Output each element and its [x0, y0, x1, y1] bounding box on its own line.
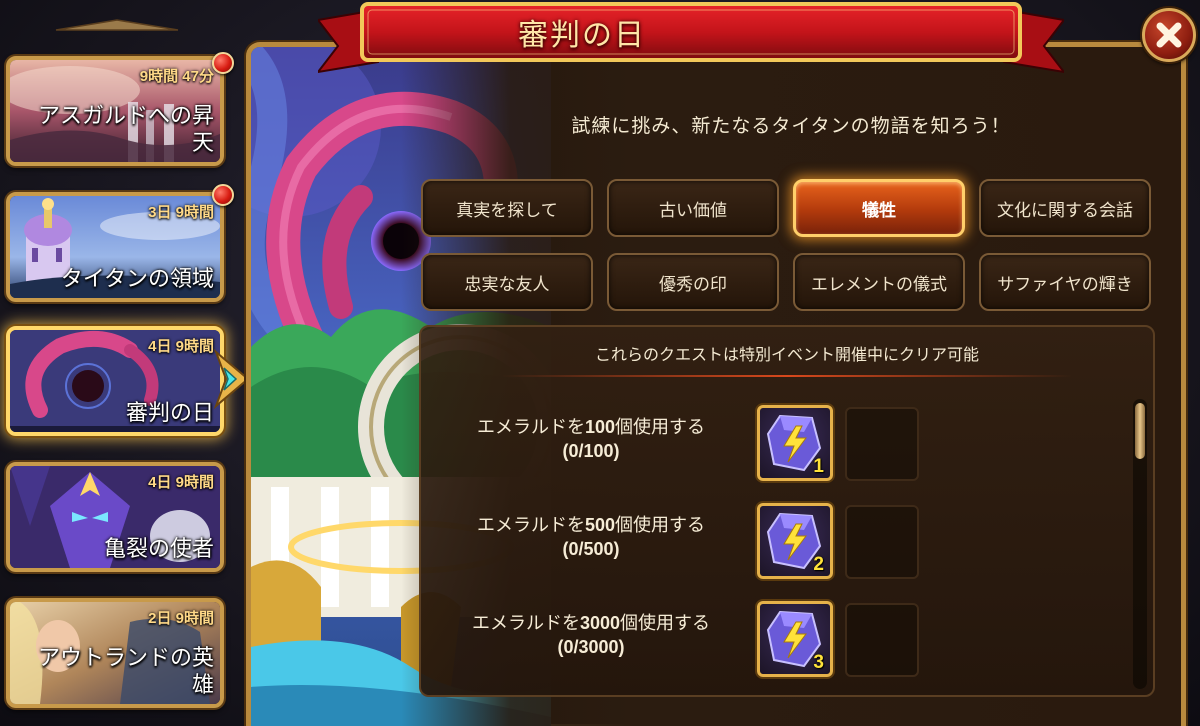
event-timer: 2日 9時間: [148, 610, 214, 627]
tab-label: 犠牲: [862, 200, 896, 220]
quest-description: エメラルドを500個使用する (0/500): [441, 513, 741, 561]
empty-reward-slot: [845, 505, 919, 579]
event-title: 亀裂の使者: [103, 536, 214, 561]
event-timer: 4日 9時間: [148, 474, 214, 491]
quest-progress: (0/500): [562, 539, 620, 559]
event-card-judgment-day[interactable]: 4日 9時間 審判の日: [6, 326, 224, 436]
quest-text-prefix: エメラルドを: [476, 417, 585, 437]
page-title: 審判の日: [518, 19, 646, 52]
event-timer: 4日 9時間: [148, 338, 214, 355]
tab-label: 忠実な友人: [464, 274, 550, 294]
tab-old-value[interactable]: 古い価値: [607, 179, 779, 237]
tab-sacrifice[interactable]: 犠牲: [793, 179, 965, 237]
quest-scrollbar-thumb[interactable]: [1135, 403, 1145, 459]
event-card-outland-hero[interactable]: 2日 9時間 アウトランドの英雄: [6, 598, 224, 708]
close-button[interactable]: [1142, 8, 1196, 62]
event-title: アウトランドの英雄: [37, 645, 214, 697]
quest-row: エメラルドを500個使用する (0/500) 2: [421, 501, 1111, 581]
quest-text-prefix: エメラルドを: [471, 613, 580, 633]
quest-text-suffix: 個使用する: [620, 613, 711, 633]
quest-text-suffix: 個使用する: [615, 417, 706, 437]
quest-row: エメラルドを100個使用する (0/100) 1: [421, 403, 1111, 483]
tab-label: エレメントの儀式: [811, 274, 947, 294]
reward-count: 3: [813, 652, 824, 673]
event-card-rift-envoy[interactable]: 4日 9時間 亀裂の使者: [6, 462, 224, 572]
quest-progress: (0/3000): [557, 637, 625, 657]
quest-description: エメラルドを3000個使用する (0/3000): [441, 611, 741, 659]
event-title: タイタンの領域: [60, 266, 214, 291]
reward-slot[interactable]: 1: [757, 405, 833, 481]
quest-list-header: これらのクエストは特別イベント開催中にクリア可能: [594, 347, 979, 364]
empty-reward-slot: [845, 407, 919, 481]
event-panel: 試練に挑み、新たなるタイタンの物語を知ろう！ 真実を探して 古い価値 犠牲 文化…: [246, 42, 1186, 726]
quest-text-prefix: エメラルドを: [476, 515, 585, 535]
tab-searching-truth[interactable]: 真実を探して: [421, 179, 593, 237]
quest-list-panel: これらのクエストは特別イベント開催中にクリア可能 エメラルドを100個使用する …: [419, 325, 1155, 697]
scroll-up-arrow-icon[interactable]: [52, 18, 182, 32]
quest-amount: 3000: [579, 613, 621, 633]
event-timer: 9時間 47分: [139, 68, 214, 85]
tab-label: 文化に関する会話: [997, 200, 1133, 220]
tab-label: サファイヤの輝き: [997, 274, 1133, 294]
tab-mark-of-excellence[interactable]: 優秀の印: [607, 253, 779, 311]
event-timer: 3日 9時間: [148, 204, 214, 221]
tab-culture-talk[interactable]: 文化に関する会話: [979, 179, 1151, 237]
reward-count: 1: [813, 456, 824, 477]
tab-element-ritual[interactable]: エレメントの儀式: [793, 253, 965, 311]
quest-row: エメラルドを3000個使用する (0/3000) 3: [421, 599, 1111, 679]
event-title: 審判の日: [125, 400, 214, 425]
header-divider: [501, 375, 1073, 377]
empty-reward-slot: [845, 603, 919, 677]
tab-sapphire-shine[interactable]: サファイヤの輝き: [979, 253, 1151, 311]
notification-dot-icon: [212, 184, 234, 206]
reward-slot[interactable]: 3: [757, 601, 833, 677]
event-title: アスガルドへの昇天: [37, 103, 214, 155]
event-card-asgard[interactable]: 9時間 47分 アスガルドへの昇天: [6, 56, 224, 166]
close-x-icon: [1156, 22, 1182, 48]
tab-label: 古い価値: [659, 200, 727, 220]
quest-text-suffix: 個使用する: [615, 515, 706, 535]
event-card-titan-realm[interactable]: 3日 9時間 タイタンの領域: [6, 192, 224, 302]
quest-amount: 500: [584, 515, 616, 535]
tab-label: 優秀の印: [659, 274, 727, 294]
tab-loyal-friend[interactable]: 忠実な友人: [421, 253, 593, 311]
reward-count: 2: [813, 554, 824, 575]
quest-amount: 100: [584, 417, 616, 437]
reward-slot[interactable]: 2: [757, 503, 833, 579]
quest-description: エメラルドを100個使用する (0/100): [441, 415, 741, 463]
event-subtitle: 試練に挑み、新たなるタイタンの物語を知ろう！: [571, 116, 1011, 137]
quest-progress: (0/100): [562, 441, 620, 461]
event-sidebar: 9時間 47分 アスガルドへの昇天 3日 9時間 タイタンの領域 4日 9時間 …: [0, 0, 250, 726]
notification-dot-icon: [212, 52, 234, 74]
tab-label: 真実を探して: [456, 200, 558, 220]
